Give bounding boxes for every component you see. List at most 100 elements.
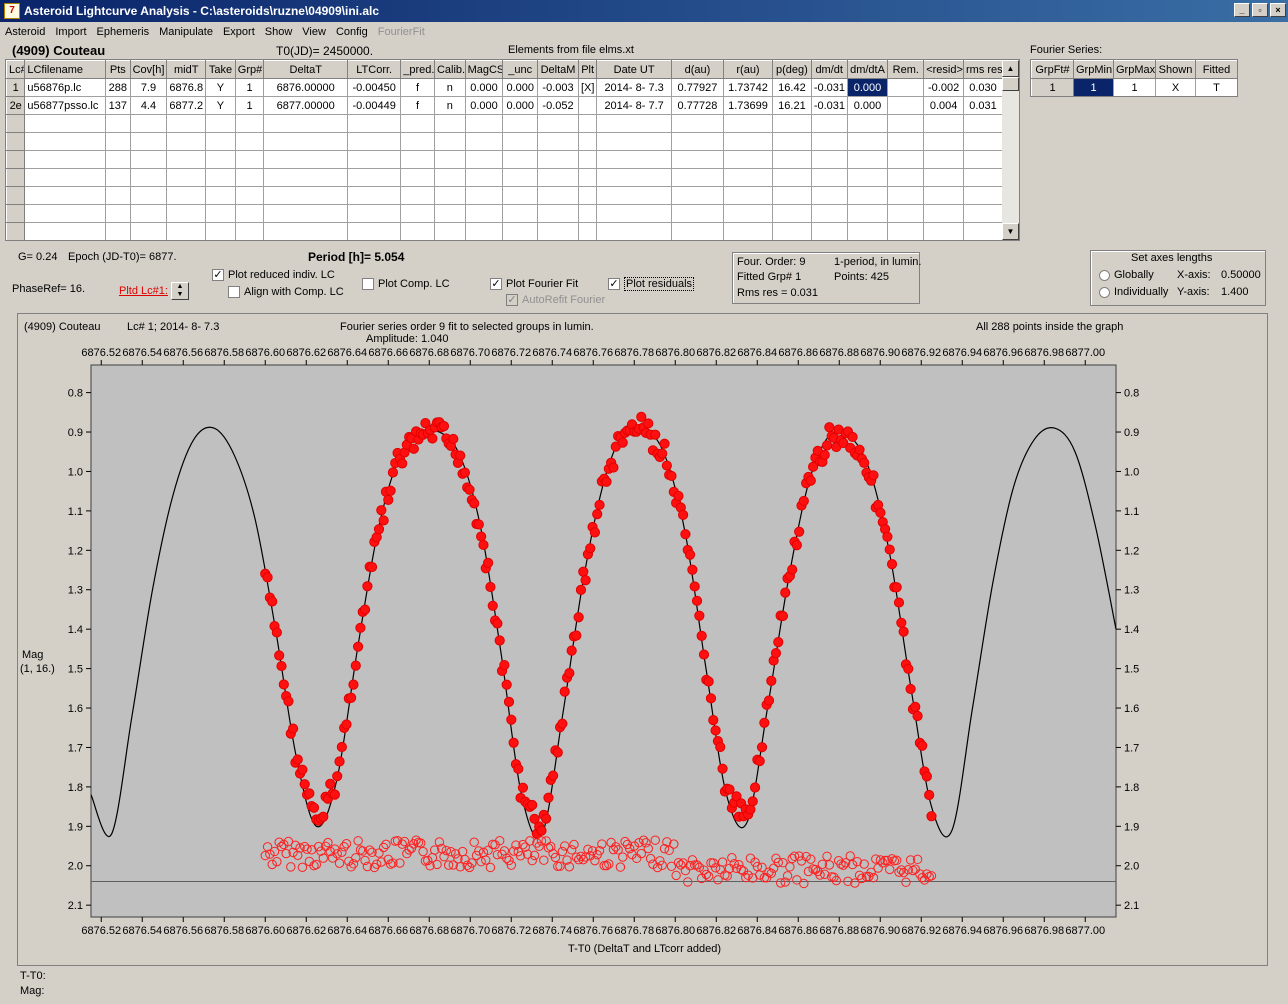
table-cell[interactable] [772, 114, 812, 133]
table-cell[interactable]: 1 [234, 78, 265, 97]
table-cell[interactable] [537, 150, 579, 169]
fourier-series-table[interactable]: GrpFt# GrpMin GrpMax Shown Fitted 1 1 1 X T [1030, 59, 1238, 97]
table-cell[interactable] [347, 132, 402, 151]
table-cell[interactable] [887, 168, 925, 187]
table-cell[interactable] [400, 168, 435, 187]
table-cell[interactable]: 6877.00000 [263, 96, 349, 115]
table-cell[interactable] [923, 132, 965, 151]
table-cell[interactable] [846, 186, 889, 205]
table-cell[interactable] [502, 114, 539, 133]
table-cell[interactable]: -0.002 [923, 78, 965, 97]
table-cell[interactable]: 0.030 [963, 78, 1003, 97]
table-cell[interactable] [400, 132, 435, 151]
col-header[interactable]: Pts [105, 60, 131, 79]
table-cell[interactable] [846, 204, 889, 223]
table-cell[interactable] [670, 150, 724, 169]
table-cell[interactable] [537, 114, 579, 133]
col-header[interactable]: d(au) [670, 60, 724, 79]
table-cell[interactable] [722, 114, 774, 133]
table-cell[interactable] [596, 204, 672, 223]
table-cell[interactable]: 0.000 [464, 96, 504, 115]
fourier-cell[interactable]: T [1195, 78, 1237, 96]
col-header[interactable]: dm/dtA [846, 60, 889, 79]
table-cell[interactable] [963, 204, 1003, 223]
table-cell[interactable]: 1.73742 [722, 78, 774, 97]
table-cell[interactable] [105, 150, 131, 169]
pltd-lc-link[interactable]: Pltd Lc#1: [119, 285, 168, 297]
table-cell[interactable] [887, 204, 925, 223]
col-header[interactable]: Take [205, 60, 236, 79]
table-cell[interactable] [24, 222, 107, 240]
table-cell[interactable] [6, 204, 26, 223]
table-cell[interactable] [577, 96, 598, 115]
table-cell[interactable] [722, 186, 774, 205]
table-cell[interactable] [129, 204, 168, 223]
table-cell[interactable] [129, 186, 168, 205]
table-cell[interactable] [464, 186, 504, 205]
table-cell[interactable] [887, 150, 925, 169]
table-cell[interactable]: 7.9 [129, 78, 168, 97]
table-cell[interactable] [24, 168, 107, 187]
table-cell[interactable]: 2014- 8- 7.7 [596, 96, 672, 115]
plot-comp-checkbox[interactable]: Plot Comp. LC [362, 278, 450, 291]
fourier-col-header[interactable]: GrpMax [1113, 60, 1156, 79]
col-header[interactable]: r(au) [722, 60, 774, 79]
col-header[interactable]: Date UT [596, 60, 672, 79]
table-cell[interactable]: f [400, 78, 435, 97]
table-cell[interactable] [810, 114, 848, 133]
col-header[interactable]: p(deg) [772, 60, 812, 79]
table-cell[interactable]: 4.4 [129, 96, 168, 115]
table-cell[interactable]: 0.000 [464, 78, 504, 97]
plot-fourier-checkbox[interactable]: ✓ Plot Fourier Fit [490, 278, 578, 291]
menu-export[interactable]: Export [218, 26, 260, 38]
plot-svg[interactable]: 6876.526876.526876.546876.546876.566876.… [18, 314, 1267, 965]
col-header[interactable]: Plt [577, 60, 598, 79]
autorefit-checkbox[interactable]: ✓ AutoRefit Fourier [506, 294, 605, 307]
table-cell[interactable] [24, 132, 107, 151]
menu-show[interactable]: Show [260, 26, 298, 38]
table-cell[interactable] [129, 222, 168, 240]
menu-view[interactable]: View [297, 26, 331, 38]
table-cell[interactable]: 288 [105, 78, 131, 97]
table-cell[interactable] [577, 186, 598, 205]
col-header[interactable]: Calib. [433, 60, 466, 79]
table-cell[interactable] [887, 78, 925, 97]
table-cell[interactable] [596, 186, 672, 205]
table-cell[interactable] [464, 150, 504, 169]
table-cell[interactable] [347, 204, 402, 223]
table-cell[interactable] [887, 96, 925, 115]
table-cell[interactable] [105, 168, 131, 187]
table-cell[interactable] [205, 204, 236, 223]
table-cell[interactable] [433, 114, 466, 133]
table-cell[interactable] [400, 150, 435, 169]
table-cell[interactable] [502, 168, 539, 187]
col-header[interactable]: _unc [502, 60, 539, 79]
table-cell[interactable] [887, 222, 925, 240]
table-cell[interactable]: -0.052 [537, 96, 579, 115]
table-cell[interactable] [887, 186, 925, 205]
col-header[interactable]: _pred. [400, 60, 435, 79]
table-cell[interactable]: 0.77728 [670, 96, 724, 115]
table-cell[interactable] [24, 204, 107, 223]
table-cell[interactable]: -0.00450 [347, 78, 402, 97]
table-cell[interactable]: -0.003 [537, 78, 579, 97]
table-cell[interactable] [722, 132, 774, 151]
table-cell[interactable] [205, 222, 236, 240]
table-cell[interactable]: -0.031 [810, 78, 848, 97]
table-cell[interactable] [963, 222, 1003, 240]
table-cell[interactable] [464, 114, 504, 133]
table-cell[interactable] [670, 222, 724, 240]
table-cell[interactable] [670, 168, 724, 187]
col-header[interactable]: Cov[h] [129, 60, 168, 79]
table-cell[interactable] [963, 132, 1003, 151]
table-cell[interactable] [205, 186, 236, 205]
table-cell[interactable]: Y [205, 78, 236, 97]
table-cell[interactable]: 0.000 [502, 78, 539, 97]
fourier-cell[interactable]: 1 [1031, 78, 1074, 96]
fourier-cell[interactable]: X [1155, 78, 1196, 96]
table-cell[interactable] [263, 186, 349, 205]
table-cell[interactable] [205, 168, 236, 187]
fourier-cell[interactable]: 1 [1073, 78, 1114, 96]
table-cell[interactable]: 1 [6, 78, 26, 97]
table-cell[interactable] [722, 204, 774, 223]
